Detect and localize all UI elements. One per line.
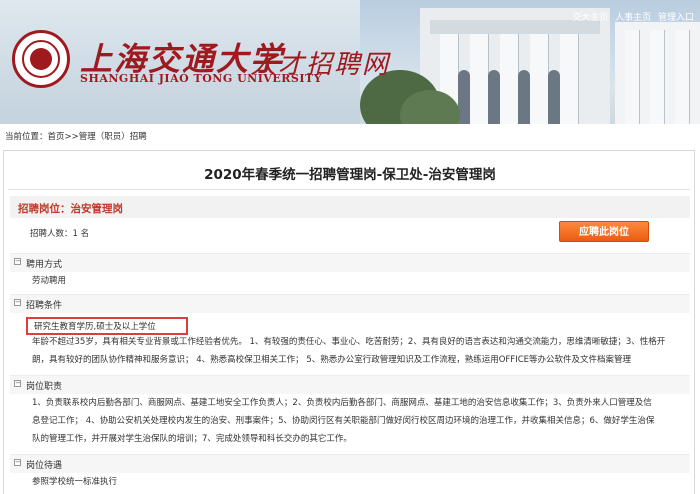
link-hr-home[interactable]: 人事主页 — [615, 13, 651, 23]
duties-line-1: 1、负责联系校内后勤各部门、商服网点、基建工地安全工作负责人；2、负责校内后勤各… — [32, 398, 652, 408]
breadcrumb[interactable]: 当前位置：首页>>管理（职员）招聘 — [5, 130, 147, 142]
job-detail-panel: 2020年春季统一招聘管理岗-保卫处-治安管理岗 招聘岗位：治安管理岗 招聘人数… — [3, 150, 695, 494]
apply-button[interactable]: 应聘此岗位 — [559, 221, 649, 242]
requirements-line-1: 年龄不超过35岁，具有相关专业背景或工作经验者优先。 1、有较强的责任心、事业心… — [32, 337, 666, 347]
headcount-text: 招聘人数：1 名 — [30, 229, 90, 239]
header-banner: 上海交通大学 SHANGHAI JIAO TONG UNIVERSITY 人才招… — [0, 0, 700, 124]
title-divider — [8, 189, 690, 190]
position-label: 招聘岗位：治安管理岗 — [18, 203, 123, 215]
university-seal-logo[interactable] — [12, 30, 70, 88]
requirements-line-2: 朗，具有较好的团队协作精神和服务意识； 4、熟悉高校保卫相关工作； 5、熟悉办公… — [32, 355, 632, 365]
collapse-icon[interactable]: − — [14, 459, 21, 466]
duties-line-2: 息登记工作； 4、协助公安机关处理校内发生的治安、刑事案件；5、协助闵行区有关职… — [32, 416, 655, 426]
employment-type-body: 劳动聘用 — [32, 276, 67, 286]
site-name: 人才招聘网 — [250, 50, 391, 80]
duties-line-3: 队的管理工作，并开展对学生治保队的培训；7、完成处领导和科长交办的其它工作。 — [32, 434, 352, 444]
benefits-body: 参照学校统一标准执行 — [32, 477, 118, 487]
collapse-icon[interactable]: − — [14, 299, 21, 306]
collapse-icon[interactable]: − — [14, 258, 21, 265]
section-requirements[interactable]: − 招聘条件 — [10, 294, 690, 313]
section-employment-type[interactable]: − 聘用方式 — [10, 253, 690, 272]
degree-requirement: 研究生教育学历,硕士及以上学位 — [34, 322, 156, 332]
section-title: 岗位职责 — [26, 382, 63, 392]
page-title: 2020年春季统一招聘管理岗-保卫处-治安管理岗 — [204, 167, 496, 183]
position-bar: 招聘岗位：治安管理岗 — [10, 196, 690, 218]
top-links: 交大主页 人事主页 管理入口 — [568, 10, 694, 23]
link-university-home[interactable]: 交大主页 — [572, 13, 608, 23]
section-title: 岗位待遇 — [26, 461, 63, 471]
collapse-icon[interactable]: − — [14, 380, 21, 387]
section-title: 聘用方式 — [26, 260, 63, 270]
link-admin-entry[interactable]: 管理入口 — [658, 13, 694, 23]
section-benefits[interactable]: − 岗位待遇 — [10, 454, 690, 473]
section-title: 招聘条件 — [26, 301, 63, 311]
section-duties[interactable]: − 岗位职责 — [10, 375, 690, 394]
